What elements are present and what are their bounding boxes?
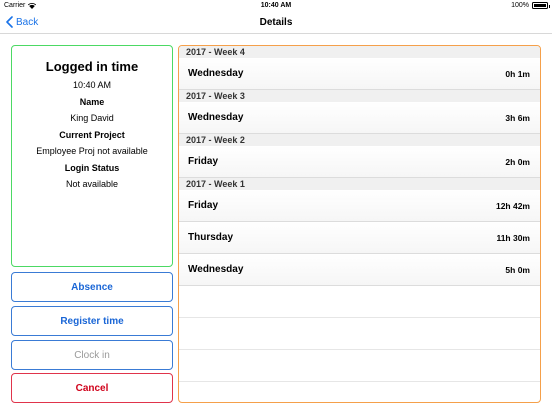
day-label: Friday [188,200,219,211]
day-row[interactable]: Friday 2h 0m [179,146,540,178]
day-row[interactable]: Thursday 11h 30m [179,222,540,254]
project-label: Current Project [59,130,125,140]
battery-icon [532,2,550,9]
register-time-button[interactable]: Register time [11,306,173,336]
day-label: Wednesday [188,68,244,79]
status-time: 10:40 AM [260,2,292,9]
status-bar: Carrier 10:40 AM 100% [0,0,552,12]
day-duration: 5h 0m [505,264,530,275]
login-status-label: Login Status [64,163,120,173]
week-header: 2017 - Week 3 [179,90,540,102]
day-row[interactable]: Wednesday 5h 0m [179,254,540,286]
day-row[interactable]: Friday 12h 42m [179,190,540,222]
name-label: Name [79,97,105,107]
logged-in-time: 10:40 AM [72,80,112,90]
absence-button[interactable]: Absence [11,272,173,302]
clock-in-button[interactable]: Clock in [11,340,173,370]
day-duration: 12h 42m [495,200,530,211]
day-row[interactable]: Wednesday 3h 6m [179,102,540,134]
day-label: Thursday [188,232,234,243]
empty-row [179,350,540,382]
battery-fill [534,4,546,7]
project-value: Employee Proj not available [36,146,148,156]
page-title: Details [259,17,293,28]
login-status-value: Not available [65,179,119,189]
week-list[interactable]: 2017 - Week 4 Wednesday 0h 1m 2017 - Wee… [178,45,541,403]
name-value: King David [70,113,114,123]
navigation-bar: Back Details [0,12,552,34]
cancel-button[interactable]: Cancel [11,373,173,403]
login-info-panel: Logged in time 10:40 AM Name King David … [11,45,173,267]
day-duration: 2h 0m [505,156,530,167]
empty-row [179,286,540,318]
battery-percent: 100% [511,2,529,9]
logged-in-heading: Logged in time [45,59,139,74]
week-header: 2017 - Week 4 [179,46,540,58]
day-duration: 0h 1m [505,68,530,79]
day-row[interactable]: Wednesday 0h 1m [179,58,540,90]
week-header: 2017 - Week 2 [179,134,540,146]
day-duration: 11h 30m [496,232,530,243]
battery-status: 100% [511,2,550,9]
week-header: 2017 - Week 1 [179,178,540,190]
day-label: Wednesday [188,264,244,275]
empty-row [179,318,540,350]
day-label: Friday [188,156,219,167]
day-duration: 3h 6m [505,112,530,123]
day-label: Wednesday [188,112,244,123]
